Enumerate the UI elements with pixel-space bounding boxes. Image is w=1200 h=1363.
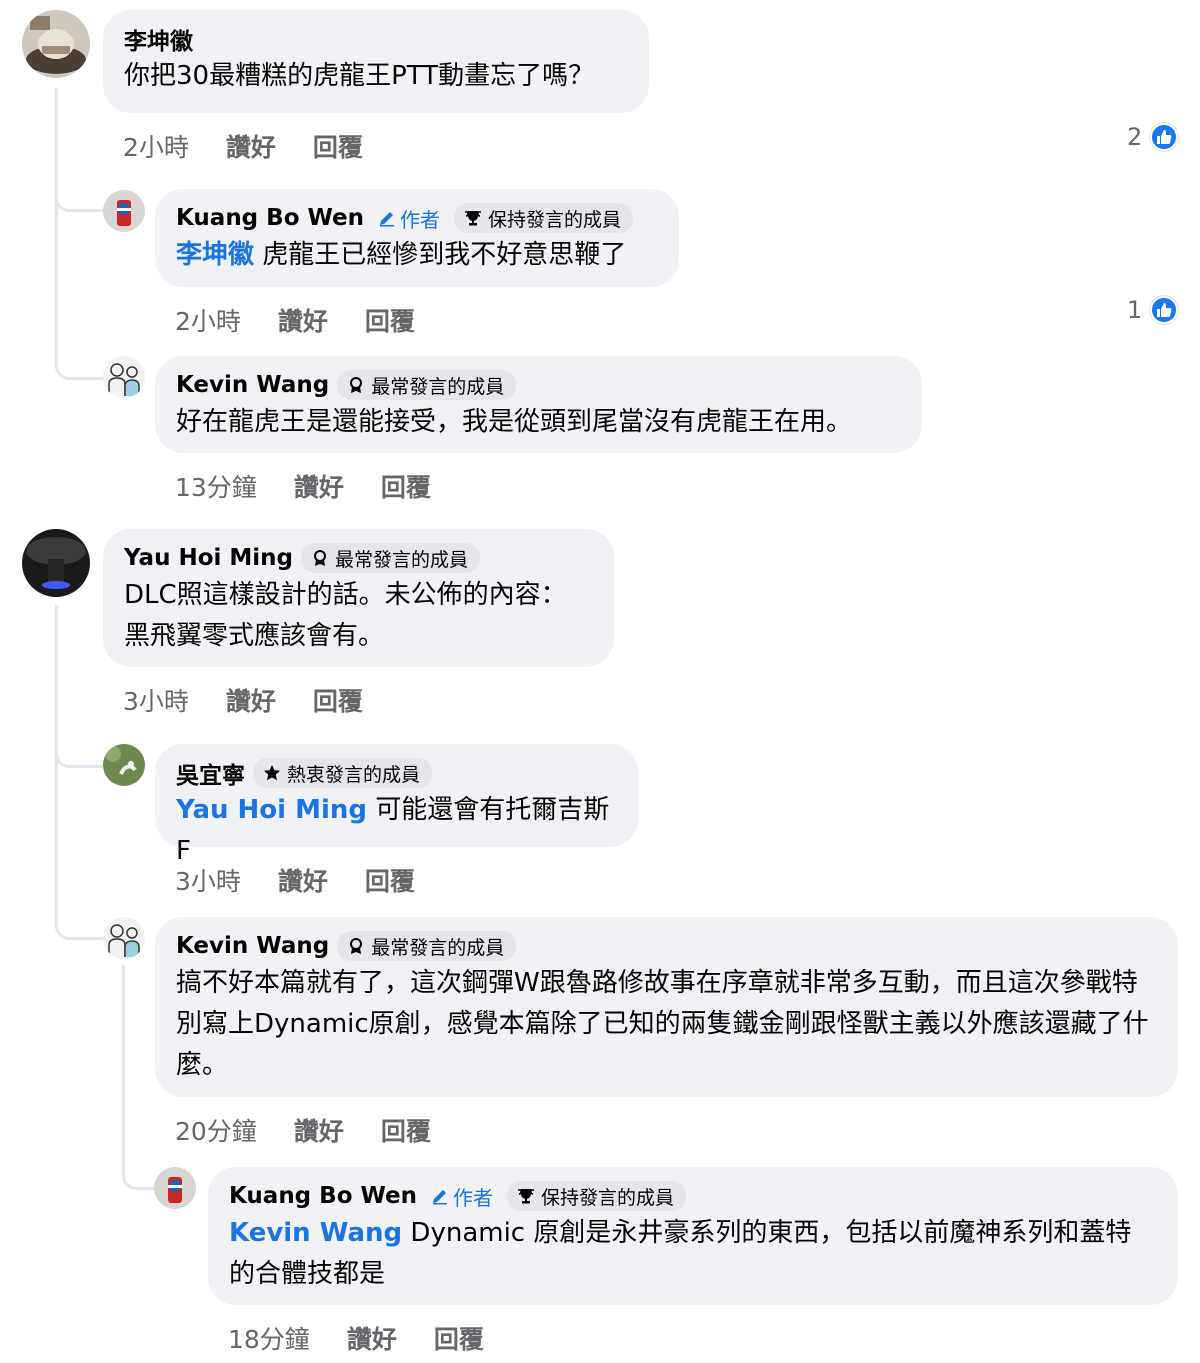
commenter-name[interactable]: Yau Hoi Ming	[124, 545, 293, 571]
timestamp[interactable]: 3小時	[123, 682, 189, 718]
reply-button[interactable]: 回覆	[313, 128, 363, 164]
member-badge[interactable]: 最常發言的成員	[337, 931, 517, 961]
badge-label: 保持發言的成員	[541, 1186, 675, 1209]
reply-button[interactable]: 回覆	[381, 468, 431, 504]
badge-label: 保持發言的成員	[488, 208, 622, 231]
like-count: 1	[1127, 296, 1143, 324]
commenter-name[interactable]: 吳宜寧	[176, 756, 245, 790]
comment-actions: 2小時 讚好 回覆	[123, 128, 363, 164]
like-button[interactable]: 讚好	[294, 468, 344, 504]
comment-bubble: 李坤徽 你把30最糟糕的虎龍王PTT動畫忘了嗎？	[103, 10, 649, 113]
mention-link[interactable]: Kevin Wang	[229, 1218, 402, 1248]
comment-actions: 13分鐘 讚好 回覆	[175, 468, 431, 504]
timestamp[interactable]: 20分鐘	[175, 1112, 257, 1148]
timestamp[interactable]: 2小時	[123, 128, 189, 164]
like-button[interactable]: 讚好	[294, 1112, 344, 1148]
comment-actions: 18分鐘 讚好 回覆	[228, 1320, 484, 1356]
thread-line	[55, 210, 58, 340]
reply-bubble: Kevin Wang 最常發言的成員 搞不好本篇就有了，這次鋼彈W跟魯路修故事在…	[155, 917, 1178, 1097]
avatar[interactable]	[22, 10, 90, 78]
author-label: 作者	[400, 207, 441, 232]
avatar[interactable]	[103, 190, 145, 232]
timestamp[interactable]: 18分鐘	[228, 1320, 310, 1356]
badge-label: 最常發言的成員	[335, 548, 469, 571]
comment-actions: 2小時 讚好 回覆	[175, 302, 415, 338]
author-badge: 作者	[425, 1182, 499, 1211]
author-badge: 作者	[372, 204, 446, 233]
mention-link[interactable]: Yau Hoi Ming	[176, 795, 367, 825]
like-button[interactable]: 讚好	[347, 1320, 397, 1356]
like-button[interactable]: 讚好	[278, 302, 328, 338]
comment-text: 搞不好本篇就有了，這次鋼彈W跟魯路修故事在序章就非常多互動，而且這次參戰特別寫上…	[176, 968, 1149, 1080]
comment-actions: 3小時 讚好 回覆	[175, 862, 415, 898]
reply-button[interactable]: 回覆	[365, 302, 415, 338]
thumbs-up-icon	[1150, 123, 1179, 151]
star-icon	[264, 765, 280, 781]
reply-button[interactable]: 回覆	[434, 1320, 484, 1356]
timestamp[interactable]: 2小時	[175, 302, 241, 338]
comment-bubble: Yau Hoi Ming 最常發言的成員 DLC照這樣設計的話。未公佈的內容： …	[103, 529, 614, 667]
mention-link[interactable]: 李坤徽	[176, 240, 254, 270]
commenter-name[interactable]: Kevin Wang	[176, 933, 329, 959]
comment-text: Yau Hoi Ming 可能還會有托爾吉斯F	[176, 790, 617, 872]
avatar[interactable]	[22, 529, 90, 597]
avatar[interactable]	[103, 356, 145, 398]
reply-bubble: Kuang Bo Wen 作者 保持發言的成員 Kevin Wang Dynam…	[208, 1167, 1178, 1305]
reply-text: 虎龍王已經慘到我不好意思鞭了	[254, 240, 627, 270]
reply-bubble: Kuang Bo Wen 作者 保持發言的成員 李坤徽 虎龍王已經慘到我不好意思…	[155, 189, 679, 287]
pencil-icon	[433, 1190, 448, 1205]
member-badge[interactable]: 熱衷發言的成員	[253, 758, 433, 788]
commenter-name[interactable]: Kevin Wang	[176, 372, 329, 398]
commenter-name[interactable]: Kuang Bo Wen	[176, 205, 364, 231]
thread-connector	[55, 160, 103, 212]
thread-connector	[55, 720, 103, 768]
avatar[interactable]	[103, 917, 145, 959]
commenter-name[interactable]: 李坤徽	[124, 22, 193, 56]
commenter-name[interactable]: Kuang Bo Wen	[229, 1183, 417, 1209]
comment-text: 你把30最糟糕的虎龍王PTT動畫忘了嗎？	[124, 61, 595, 91]
thread-connector	[122, 1100, 154, 1190]
trophy-icon	[518, 1189, 535, 1204]
member-badge[interactable]: 保持發言的成員	[454, 203, 634, 233]
thread-line	[122, 965, 125, 1105]
award-ribbon-icon	[314, 550, 326, 566]
reply-button[interactable]: 回覆	[365, 862, 415, 898]
member-badge[interactable]: 最常發言的成員	[301, 543, 481, 573]
award-ribbon-icon	[350, 938, 363, 954]
reaction-count[interactable]: 1	[1127, 296, 1179, 324]
member-badge[interactable]: 保持發言的成員	[507, 1181, 687, 1211]
comment-text: DLC照這樣設計的話。未公佈的內容： 黑飛翼零式應該會有。	[124, 580, 567, 651]
reply-button[interactable]: 回覆	[381, 1112, 431, 1148]
like-button[interactable]: 讚好	[278, 862, 328, 898]
member-badge[interactable]: 最常發言的成員	[337, 370, 517, 400]
comment-actions: 20分鐘 讚好 回覆	[175, 1112, 431, 1148]
comment-text: Kevin Wang Dynamic 原創是永井豪系列的東西，包括以前魔神系列和…	[229, 1213, 1157, 1295]
author-label: 作者	[453, 1185, 494, 1210]
thread-connector	[55, 330, 103, 380]
timestamp[interactable]: 13分鐘	[175, 468, 257, 504]
award-ribbon-icon	[350, 377, 363, 393]
thumbs-up-icon	[1150, 296, 1179, 324]
avatar[interactable]	[154, 1167, 196, 1209]
badge-label: 熱衷發言的成員	[287, 763, 421, 786]
reply-bubble: Kevin Wang 最常發言的成員 好在龍虎王是還能接受，我是從頭到尾當沒有虎…	[155, 356, 922, 453]
pencil-icon	[380, 212, 395, 227]
badge-label: 最常發言的成員	[371, 375, 505, 398]
avatar[interactable]	[103, 744, 145, 786]
timestamp[interactable]: 3小時	[175, 862, 241, 898]
comment-text: 李坤徽 虎龍王已經慘到我不好意思鞭了	[176, 235, 658, 276]
reaction-count[interactable]: 2	[1127, 123, 1179, 151]
badge-label: 最常發言的成員	[371, 936, 505, 959]
like-count: 2	[1127, 123, 1143, 151]
like-button[interactable]: 讚好	[226, 682, 276, 718]
thread-connector	[55, 860, 103, 940]
reply-bubble: 吳宜寧 熱衷發言的成員 Yau Hoi Ming 可能還會有托爾吉斯F	[155, 744, 638, 866]
like-button[interactable]: 讚好	[226, 128, 276, 164]
comment-actions: 3小時 讚好 回覆	[123, 682, 363, 718]
reply-button[interactable]: 回覆	[313, 682, 363, 718]
trophy-icon	[465, 211, 482, 226]
comment-text: 好在龍虎王是還能接受，我是從頭到尾當沒有虎龍王在用。	[176, 407, 853, 437]
